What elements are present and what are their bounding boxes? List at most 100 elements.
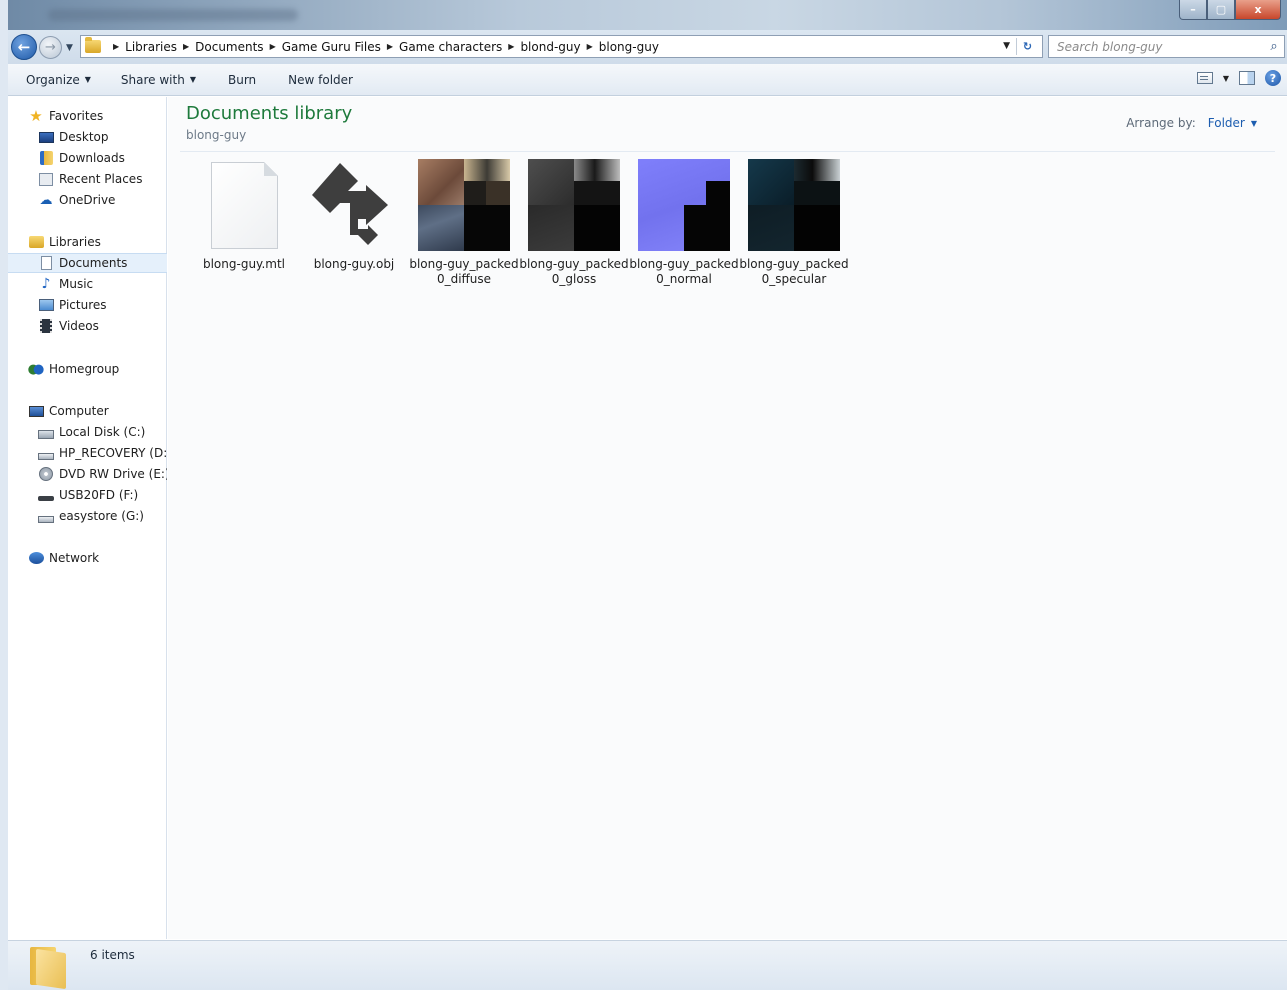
- desktop-icon: [38, 129, 54, 145]
- downloads-icon: [38, 150, 54, 166]
- view-options-dropdown-icon[interactable]: ▼: [1223, 74, 1229, 83]
- chevron-right-icon[interactable]: ▶: [508, 42, 514, 51]
- texture-thumbnail: [528, 159, 620, 251]
- address-bar[interactable]: ▶ Libraries ▶ Documents ▶ Game Guru File…: [80, 35, 1043, 58]
- file-name: blong-guy_packed0_specular: [739, 257, 849, 286]
- organize-button[interactable]: Organize ▼: [8, 73, 101, 87]
- chevron-down-icon: ▼: [84, 75, 91, 84]
- view-controls: ▼ ?: [1196, 70, 1281, 86]
- address-history-dropdown-icon[interactable]: ▼: [1003, 41, 1010, 51]
- chevron-right-icon[interactable]: ▶: [387, 42, 393, 51]
- sidebar-item-homegroup[interactable]: ● ● Homegroup: [8, 359, 167, 379]
- new-folder-button[interactable]: New folder: [278, 73, 363, 87]
- file-item[interactable]: blong-guy.mtl: [189, 159, 299, 272]
- sidebar-item-label: OneDrive: [59, 193, 116, 207]
- back-button[interactable]: ←: [11, 34, 37, 60]
- sidebar-item-easystore[interactable]: easystore (G:): [8, 506, 167, 526]
- 3d-object-icon: [312, 163, 388, 245]
- breadcrumb-item[interactable]: Libraries: [125, 40, 177, 54]
- sidebar-item-pictures[interactable]: Pictures: [8, 295, 167, 315]
- close-button[interactable]: x: [1235, 0, 1281, 20]
- sidebar-item-network[interactable]: Network: [8, 548, 167, 568]
- share-with-button[interactable]: Share with ▼: [111, 73, 206, 87]
- sidebar-item-label: Documents: [59, 256, 128, 270]
- arrange-by-value[interactable]: Folder: [1208, 116, 1245, 130]
- sidebar-item-recent-places[interactable]: Recent Places: [8, 169, 167, 189]
- blank-page-icon: [211, 162, 278, 249]
- network-icon: [28, 550, 44, 566]
- file-item[interactable]: blong-guy_packed0_specular: [739, 159, 849, 287]
- maximize-button[interactable]: ▢: [1207, 0, 1235, 20]
- sidebar-item-documents[interactable]: Documents: [8, 253, 167, 273]
- share-with-label: Share with: [120, 72, 185, 87]
- chevron-right-icon[interactable]: ▶: [183, 42, 189, 51]
- sidebar-item-favorites[interactable]: ★ Favorites: [8, 106, 167, 126]
- sidebar-item-label: Libraries: [49, 235, 101, 249]
- sidebar-item-hp-recovery[interactable]: HP_RECOVERY (D:): [8, 443, 167, 463]
- gloss-texture-image: [528, 159, 620, 251]
- dvd-icon: [38, 466, 54, 482]
- document-icon: [198, 159, 290, 251]
- sidebar-item-label: Network: [49, 551, 100, 565]
- chevron-right-icon[interactable]: ▶: [270, 42, 276, 51]
- sidebar-item-computer[interactable]: Computer: [8, 401, 167, 421]
- minimize-button[interactable]: –: [1179, 0, 1207, 20]
- breadcrumb-item[interactable]: blong-guy: [599, 40, 659, 54]
- sidebar-item-label: DVD RW Drive (E:) M: [59, 467, 167, 481]
- music-icon: ♪: [41, 276, 51, 292]
- sidebar-item-libraries[interactable]: Libraries: [8, 232, 167, 252]
- file-item[interactable]: blong-guy_packed0_gloss: [519, 159, 629, 287]
- sidebar-item-music[interactable]: ♪ Music: [8, 274, 167, 294]
- file-name: blong-guy_packed0_gloss: [519, 257, 629, 286]
- chevron-down-icon[interactable]: ▼: [1251, 119, 1257, 128]
- window-controls: – ▢ x: [1179, 0, 1281, 22]
- breadcrumb-item[interactable]: Documents: [195, 40, 263, 54]
- burn-label: Burn: [227, 72, 257, 87]
- sidebar-item-label: USB20FD (F:): [59, 488, 139, 502]
- sidebar-item-label: Local Disk (C:): [59, 425, 146, 439]
- breadcrumb-item[interactable]: blond-guy: [520, 40, 580, 54]
- file-item[interactable]: blong-guy.obj: [299, 159, 409, 272]
- search-icon[interactable]: ⌕: [1264, 39, 1284, 54]
- hard-drive-icon: [38, 445, 54, 461]
- refresh-icon[interactable]: ↻: [1016, 38, 1038, 55]
- pictures-icon: [38, 297, 54, 313]
- burn-button[interactable]: Burn: [218, 73, 266, 87]
- change-view-icon[interactable]: [1196, 72, 1213, 84]
- sidebar-item-desktop[interactable]: Desktop: [8, 127, 167, 147]
- forward-button[interactable]: →: [39, 36, 62, 59]
- sidebar-item-onedrive[interactable]: ☁ OneDrive: [8, 190, 167, 210]
- command-bar: Organize ▼ Share with ▼ Burn New folder ▼ …: [8, 64, 1287, 96]
- arrange-by: Arrange by: Folder ▼: [1126, 116, 1257, 130]
- diffuse-texture-image: [418, 159, 510, 251]
- search-box: ⌕: [1048, 35, 1285, 58]
- file-item[interactable]: blong-guy_packed0_normal: [629, 159, 739, 287]
- library-title: Documents library: [186, 103, 353, 124]
- chevron-right-icon[interactable]: ▶: [587, 42, 593, 51]
- sidebar-item-local-disk[interactable]: Local Disk (C:): [8, 422, 167, 442]
- recent-pages-dropdown-icon[interactable]: ▼: [66, 43, 73, 53]
- specular-texture-image: [748, 159, 840, 251]
- sidebar-item-dvd-drive[interactable]: DVD RW Drive (E:) M: [8, 464, 167, 484]
- help-icon[interactable]: ?: [1265, 70, 1281, 86]
- sidebar-item-label: HP_RECOVERY (D:): [59, 446, 167, 460]
- title-blur: [48, 9, 298, 21]
- sidebar-item-label: Favorites: [49, 109, 104, 123]
- chevron-right-icon[interactable]: ▶: [113, 42, 119, 51]
- sidebar-item-label: Homegroup: [49, 362, 120, 376]
- sidebar-item-usb[interactable]: USB20FD (F:): [8, 485, 167, 505]
- texture-thumbnail: [638, 159, 730, 251]
- breadcrumb-item[interactable]: Game Guru Files: [282, 40, 381, 54]
- windows-drive-icon: [38, 424, 54, 440]
- libraries-icon: [28, 234, 44, 250]
- sidebar-item-downloads[interactable]: Downloads: [8, 148, 167, 168]
- documents-icon: [38, 255, 54, 271]
- breadcrumb-item[interactable]: Game characters: [399, 40, 502, 54]
- file-view: Documents library blong-guy Arrange by: …: [168, 97, 1287, 939]
- preview-pane-icon[interactable]: [1239, 71, 1255, 85]
- breadcrumb: ▶ Libraries ▶ Documents ▶ Game Guru File…: [107, 40, 659, 54]
- sidebar-item-label: Music: [59, 277, 94, 291]
- sidebar-item-videos[interactable]: Videos: [8, 316, 167, 336]
- file-item[interactable]: blong-guy_packed0_diffuse: [409, 159, 519, 287]
- search-input[interactable]: [1049, 39, 1264, 54]
